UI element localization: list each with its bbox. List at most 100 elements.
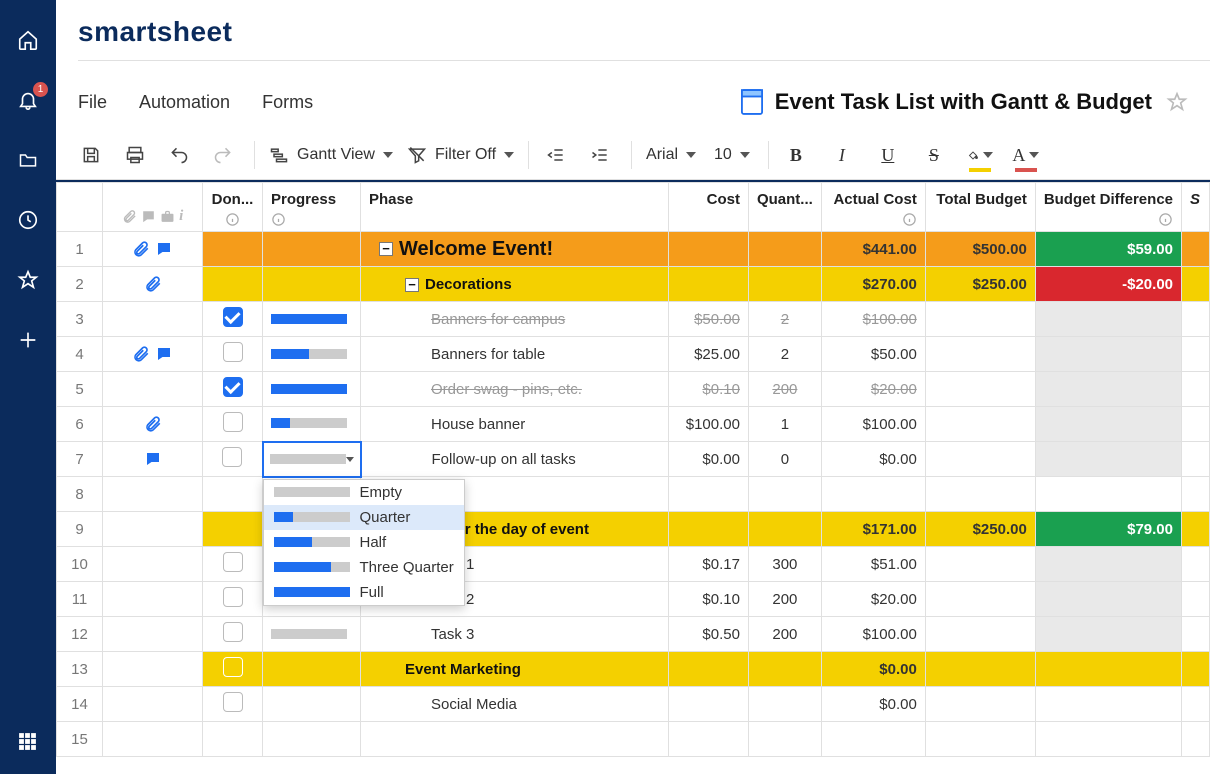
phase-cell[interactable]: Task 3	[361, 617, 669, 652]
actual-cell[interactable]: $171.00	[821, 512, 925, 547]
diff-cell[interactable]: $79.00	[1035, 512, 1181, 547]
collapse-toggle[interactable]: −	[379, 242, 393, 256]
qty-cell[interactable]	[748, 267, 821, 302]
diff-cell[interactable]: -$20.00	[1035, 267, 1181, 302]
row-number[interactable]: 4	[57, 337, 103, 372]
table-row[interactable]: 3Banners for campus$50.002$100.00	[57, 302, 1210, 337]
phase-cell[interactable]: Banners for table	[361, 337, 669, 372]
phase-cell[interactable]: House banner	[361, 407, 669, 442]
qty-cell[interactable]: 1	[748, 407, 821, 442]
diff-cell[interactable]	[1035, 617, 1181, 652]
progress-cell[interactable]	[263, 302, 361, 337]
progress-cell[interactable]	[263, 337, 361, 372]
progress-option-half[interactable]: Half	[264, 530, 464, 555]
progress-option-tq[interactable]: Three Quarter	[264, 555, 464, 580]
table-row[interactable]: 1 −Welcome Event!$441.00$500.00$59.00	[57, 232, 1210, 267]
table-row[interactable]: 9Tasks for the day of event$171.00$250.0…	[57, 512, 1210, 547]
cost-cell[interactable]	[668, 722, 748, 757]
cost-cell[interactable]	[668, 512, 748, 547]
qty-cell[interactable]	[748, 477, 821, 512]
row-number[interactable]: 9	[57, 512, 103, 547]
recents-icon[interactable]	[16, 208, 40, 232]
qty-cell[interactable]	[748, 512, 821, 547]
menu-automation[interactable]: Automation	[139, 92, 230, 113]
row-number[interactable]: 6	[57, 407, 103, 442]
diff-cell[interactable]	[1035, 722, 1181, 757]
progress-option-empty[interactable]: Empty	[264, 480, 464, 505]
row-number[interactable]: 3	[57, 302, 103, 337]
col-phase[interactable]: Phase	[361, 183, 669, 232]
attachment-icon[interactable]	[132, 345, 150, 362]
cost-cell[interactable]: $0.17	[668, 547, 748, 582]
underline-button[interactable]: U	[875, 142, 901, 168]
actual-cell[interactable]: $20.00	[821, 582, 925, 617]
cost-cell[interactable]: $0.10	[668, 372, 748, 407]
cost-cell[interactable]: $0.50	[668, 617, 748, 652]
done-checkbox[interactable]	[223, 587, 243, 607]
col-budget[interactable]: Total Budget	[925, 183, 1035, 232]
progress-option-full[interactable]: Full	[264, 580, 464, 605]
actual-cell[interactable]: $50.00	[821, 337, 925, 372]
table-row[interactable]: 5Order swag - pins, etc.$0.10200$20.00	[57, 372, 1210, 407]
table-row[interactable]: 4 Banners for table$25.002$50.00	[57, 337, 1210, 372]
done-checkbox[interactable]	[223, 412, 243, 432]
diff-cell[interactable]: $59.00	[1035, 232, 1181, 267]
col-s[interactable]: S	[1182, 183, 1210, 232]
qty-cell[interactable]: 200	[748, 582, 821, 617]
table-row[interactable]: 6 House banner$100.001$100.00	[57, 407, 1210, 442]
bold-button[interactable]: B	[783, 142, 809, 168]
cost-cell[interactable]: $50.00	[668, 302, 748, 337]
qty-cell[interactable]	[748, 687, 821, 722]
phase-cell[interactable]: −Welcome Event!	[361, 232, 669, 267]
diff-cell[interactable]	[1035, 337, 1181, 372]
table-row[interactable]: 10Task 1$0.17300$51.00	[57, 547, 1210, 582]
diff-cell[interactable]	[1035, 407, 1181, 442]
progress-cell[interactable]	[263, 442, 361, 477]
table-row[interactable]: 14Social Media$0.00	[57, 687, 1210, 722]
done-checkbox[interactable]	[223, 307, 243, 327]
actual-cell[interactable]: $0.00	[821, 442, 925, 477]
budget-cell[interactable]: $250.00	[925, 512, 1035, 547]
cost-cell[interactable]	[668, 687, 748, 722]
phase-cell[interactable]: Banners for campus	[361, 302, 669, 337]
phase-cell[interactable]: Social Media	[361, 687, 669, 722]
qty-cell[interactable]: 2	[748, 302, 821, 337]
actual-cell[interactable]: $0.00	[821, 652, 925, 687]
row-number[interactable]: 1	[57, 232, 103, 267]
cost-cell[interactable]	[668, 477, 748, 512]
budget-cell[interactable]	[925, 582, 1035, 617]
italic-button[interactable]: I	[829, 142, 855, 168]
row-number[interactable]: 11	[57, 582, 103, 617]
comment-icon[interactable]	[144, 450, 162, 467]
qty-cell[interactable]	[748, 722, 821, 757]
font-family-select[interactable]: Arial	[646, 146, 696, 164]
progress-cell[interactable]	[263, 372, 361, 407]
actual-cell[interactable]: $51.00	[821, 547, 925, 582]
actual-cell[interactable]: $270.00	[821, 267, 925, 302]
fill-color-button[interactable]	[967, 142, 993, 168]
budget-cell[interactable]	[925, 337, 1035, 372]
print-icon[interactable]	[122, 142, 148, 168]
qty-cell[interactable]	[748, 652, 821, 687]
row-number[interactable]: 12	[57, 617, 103, 652]
cost-cell[interactable]: $100.00	[668, 407, 748, 442]
done-checkbox[interactable]	[223, 342, 243, 362]
row-number[interactable]: 2	[57, 267, 103, 302]
save-icon[interactable]	[78, 142, 104, 168]
qty-cell[interactable]: 300	[748, 547, 821, 582]
favorite-star-icon[interactable]	[1166, 91, 1188, 113]
actual-cell[interactable]: $20.00	[821, 372, 925, 407]
collapse-toggle[interactable]: −	[405, 278, 419, 292]
budget-cell[interactable]: $500.00	[925, 232, 1035, 267]
cost-cell[interactable]	[668, 267, 748, 302]
favorites-icon[interactable]	[16, 268, 40, 292]
phase-cell[interactable]: Follow-up on all tasks	[361, 442, 669, 477]
phase-cell[interactable]	[361, 722, 669, 757]
qty-cell[interactable]: 200	[748, 372, 821, 407]
diff-cell[interactable]	[1035, 687, 1181, 722]
row-number[interactable]: 8	[57, 477, 103, 512]
budget-cell[interactable]	[925, 407, 1035, 442]
add-icon[interactable]	[16, 328, 40, 352]
progress-cell[interactable]	[263, 407, 361, 442]
indent-icon[interactable]	[587, 142, 613, 168]
